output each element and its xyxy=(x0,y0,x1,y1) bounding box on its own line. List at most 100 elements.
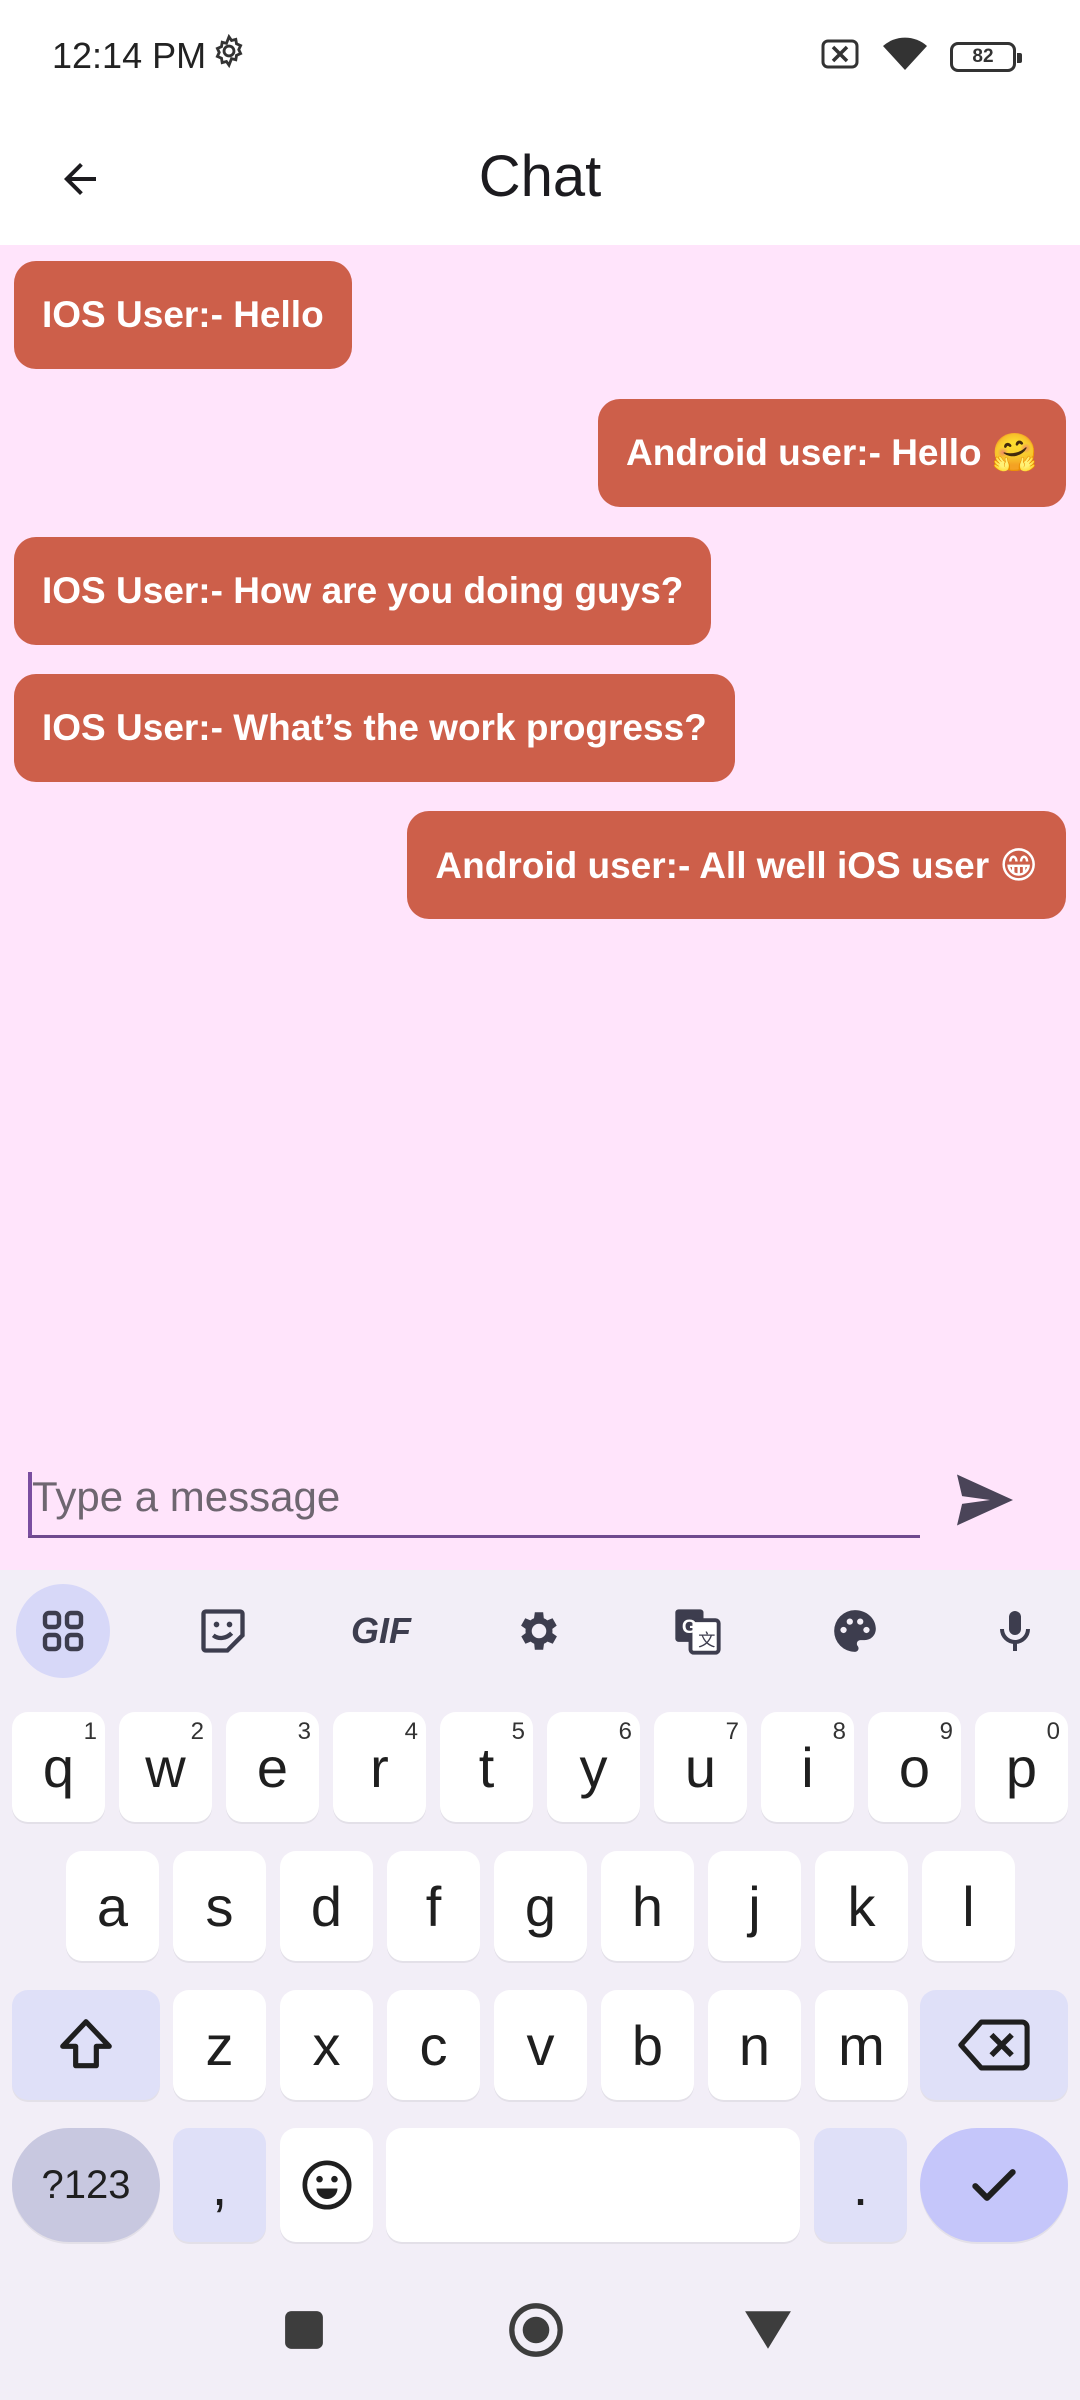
send-button[interactable] xyxy=(945,1460,1025,1540)
key-d[interactable]: d xyxy=(280,1851,373,1961)
key-b[interactable]: b xyxy=(601,1990,694,2100)
palette-icon xyxy=(834,1610,876,1652)
microphone-icon xyxy=(1000,1611,1030,1651)
wifi-icon xyxy=(882,36,928,77)
backspace-icon xyxy=(958,2019,1030,2071)
key-label: t xyxy=(478,1735,495,1799)
battery-indicator: 82 xyxy=(950,41,1022,72)
key-i[interactable]: i8 xyxy=(761,1712,854,1822)
key-x[interactable]: x xyxy=(280,1990,373,2100)
key-hint: 4 xyxy=(404,1718,418,1745)
translate-icon: G文 xyxy=(675,1609,721,1655)
key-t[interactable]: t5 xyxy=(440,1712,533,1822)
text-cursor xyxy=(28,1472,32,1536)
status-bar: 12:14 PM 82 xyxy=(0,0,1080,115)
key-hint: 7 xyxy=(725,1718,739,1745)
key-h[interactable]: h xyxy=(601,1851,694,1961)
key-label: y xyxy=(579,1735,608,1799)
key-u[interactable]: u7 xyxy=(654,1712,747,1822)
no-sim-icon xyxy=(820,38,860,75)
message-composer xyxy=(0,1440,1080,1570)
key-label: r xyxy=(370,1735,389,1799)
message-bubble-incoming[interactable]: IOS User:- Hello xyxy=(14,261,352,369)
key-label: e xyxy=(256,1735,289,1799)
app-bar: Chat xyxy=(0,115,1080,245)
key-label: o xyxy=(898,1735,931,1799)
key-hint: 2 xyxy=(190,1718,204,1745)
key-c[interactable]: c xyxy=(387,1990,480,2100)
home-button[interactable] xyxy=(500,2294,572,2366)
key-r[interactable]: r4 xyxy=(333,1712,426,1822)
key-hint: 8 xyxy=(832,1718,846,1745)
clock: 12:14 PM xyxy=(52,34,207,76)
status-icons: 82 xyxy=(820,36,1022,77)
key-j[interactable]: j xyxy=(708,1851,801,1961)
sticker-button[interactable] xyxy=(176,1584,270,1678)
enter-key[interactable] xyxy=(920,2128,1068,2242)
gif-button[interactable]: GIF xyxy=(334,1584,428,1678)
shift-key[interactable] xyxy=(12,1990,160,2100)
key-p[interactable]: p0 xyxy=(975,1712,1068,1822)
home-circle-icon xyxy=(509,2303,563,2357)
back-nav-button[interactable] xyxy=(732,2294,804,2366)
send-icon xyxy=(957,1474,1013,1526)
key-hint: 9 xyxy=(939,1718,953,1745)
key-q[interactable]: q1 xyxy=(12,1712,105,1822)
apps-grid-button[interactable] xyxy=(16,1584,110,1678)
back-triangle-icon xyxy=(745,2311,791,2349)
key-label: u xyxy=(684,1735,717,1799)
keyboard: GIF G文 q1 w2 e3 r4 t5 y6 u7 i8 o9 p0 a s… xyxy=(0,1570,1080,2260)
key-o[interactable]: o9 xyxy=(868,1712,961,1822)
recents-button[interactable] xyxy=(268,2294,340,2366)
key-s[interactable]: s xyxy=(173,1851,266,1961)
key-hint: 5 xyxy=(511,1718,525,1745)
key-label: i xyxy=(801,1735,814,1799)
settings-icon xyxy=(521,1612,557,1650)
key-k[interactable]: k xyxy=(815,1851,908,1961)
message-bubble-outgoing[interactable]: Android user:- Hello 🤗 xyxy=(598,399,1066,507)
message-bubble-outgoing[interactable]: Android user:- All well iOS user 😁 xyxy=(407,811,1066,919)
emoji-icon xyxy=(302,2160,351,2210)
key-g[interactable]: g xyxy=(494,1851,587,1961)
key-l[interactable]: l xyxy=(922,1851,1015,1961)
key-f[interactable]: f xyxy=(387,1851,480,1961)
key-n[interactable]: n xyxy=(708,1990,801,2100)
translate-button[interactable]: G文 xyxy=(650,1584,744,1678)
status-time: 12:14 PM xyxy=(52,33,246,77)
key-label: q xyxy=(42,1735,75,1799)
page-title: Chat xyxy=(478,144,602,209)
settings-gear-icon xyxy=(212,33,246,77)
theme-button[interactable] xyxy=(808,1584,902,1678)
key-label: p xyxy=(1005,1735,1038,1799)
key-z[interactable]: z xyxy=(173,1990,266,2100)
key-y[interactable]: y6 xyxy=(547,1712,640,1822)
battery-level: 82 xyxy=(972,45,994,67)
comma-key[interactable]: , xyxy=(173,2128,266,2242)
apps-grid-icon xyxy=(42,1610,84,1652)
key-hint: 6 xyxy=(618,1718,632,1745)
message-bubble-incoming[interactable]: IOS User:- What’s the work progress? xyxy=(14,674,735,782)
keyboard-settings-button[interactable] xyxy=(492,1584,586,1678)
key-e[interactable]: e3 xyxy=(226,1712,319,1822)
backspace-key[interactable] xyxy=(920,1990,1068,2100)
voice-input-button[interactable] xyxy=(968,1584,1062,1678)
chat-message-list[interactable]: IOS User:- Hello Android user:- Hello 🤗 … xyxy=(0,245,1080,1570)
space-key[interactable] xyxy=(386,2128,800,2242)
emoji-key[interactable] xyxy=(280,2128,373,2242)
key-w[interactable]: w2 xyxy=(119,1712,212,1822)
svg-text:文: 文 xyxy=(698,1630,715,1650)
key-a[interactable]: a xyxy=(66,1851,159,1961)
shift-icon xyxy=(60,2019,112,2069)
checkmark-icon xyxy=(972,2169,1016,2201)
symbols-key[interactable]: ?123 xyxy=(12,2128,160,2242)
key-v[interactable]: v xyxy=(494,1990,587,2100)
key-hint: 3 xyxy=(297,1718,311,1745)
message-bubble-incoming[interactable]: IOS User:- How are you doing guys? xyxy=(14,537,712,645)
recents-square-icon xyxy=(285,2311,323,2349)
system-navigation-bar xyxy=(0,2260,1080,2400)
message-input[interactable] xyxy=(28,1458,920,1538)
period-key[interactable]: . xyxy=(814,2128,907,2242)
key-label: w xyxy=(145,1735,186,1799)
key-hint: 0 xyxy=(1046,1718,1060,1745)
key-m[interactable]: m xyxy=(815,1990,908,2100)
